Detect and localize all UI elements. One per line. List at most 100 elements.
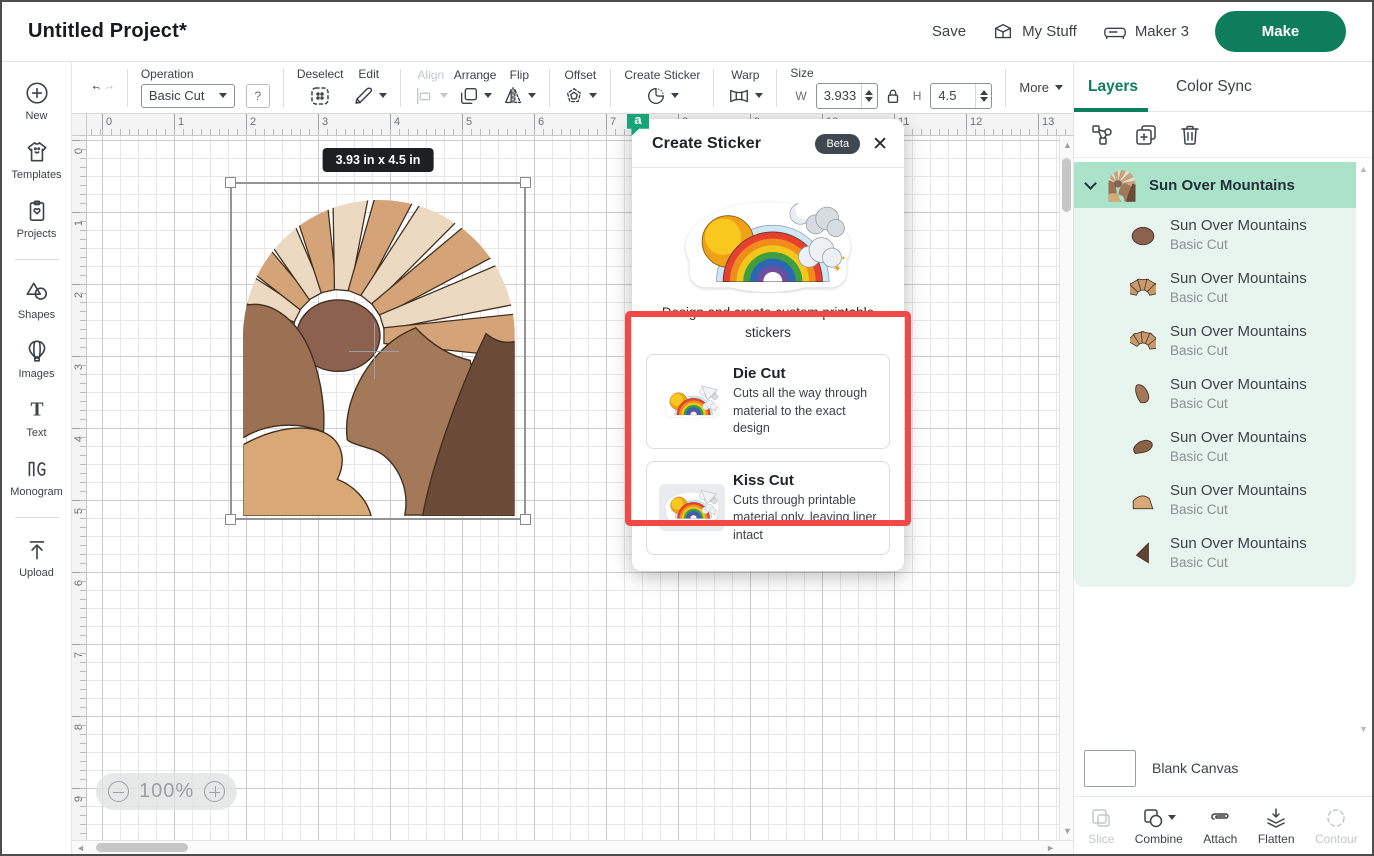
- scroll-right-icon[interactable]: ►: [1046, 843, 1055, 853]
- ruler-number: 1: [73, 217, 85, 229]
- edit-toolbar: Operation Basic Cut ? Deselect Edit: [72, 62, 1073, 114]
- canvas-background-row: Blank Canvas: [1074, 740, 1372, 796]
- flip-button[interactable]: Flip: [502, 69, 536, 107]
- group-name: Sun Over Mountains: [1149, 177, 1295, 194]
- sidebar-item-templates[interactable]: Templates: [5, 139, 69, 181]
- warp-button[interactable]: Warp: [727, 69, 763, 107]
- combine-button[interactable]: Combine: [1135, 806, 1183, 846]
- layer-row[interactable]: Sun Over MountainsBasic Cut: [1074, 526, 1356, 579]
- die-cut-option[interactable]: Die Cut Cuts all the way through materia…: [646, 354, 890, 449]
- attach-button[interactable]: Attach: [1203, 806, 1237, 846]
- selection-box[interactable]: 3.93 in x 4.5 in: [230, 182, 526, 520]
- layer-thumbnail: [1130, 487, 1156, 513]
- layer-thumbnail: [1130, 434, 1156, 460]
- arrange-button[interactable]: Arrange: [454, 69, 497, 107]
- layers-scrollbar[interactable]: ▲ ▼: [1356, 158, 1372, 740]
- upload-icon: [24, 537, 50, 563]
- layer-row[interactable]: Sun Over MountainsBasic Cut: [1074, 420, 1356, 473]
- zoom-in-button[interactable]: [204, 781, 225, 802]
- design-canvas[interactable]: 012345678910111213 0123456789 3.93 in x …: [72, 114, 1073, 854]
- ruler-number: 6: [73, 577, 85, 589]
- close-icon[interactable]: ✕: [872, 135, 888, 154]
- canvas-background-label: Blank Canvas: [1152, 760, 1238, 776]
- images-icon: [24, 338, 50, 364]
- ruler-number: 4: [73, 433, 85, 445]
- ruler-number: 3: [73, 361, 85, 373]
- operation-select[interactable]: Basic Cut: [141, 84, 235, 108]
- ruler-number: 12: [970, 116, 982, 128]
- deselect-button[interactable]: Deselect: [297, 68, 344, 108]
- align-button: Align: [414, 69, 448, 107]
- kiss-cut-option[interactable]: Kiss Cut Cuts through printable material…: [646, 461, 890, 556]
- arrange-icon: [458, 85, 480, 107]
- scroll-up-icon[interactable]: ▲: [1359, 164, 1368, 174]
- layer-thumbnail: [1130, 222, 1156, 248]
- sidebar-item-images[interactable]: Images: [5, 338, 69, 380]
- left-sidebar: New Templates Projects Shapes Images T: [2, 62, 72, 854]
- ruler-number: 2: [250, 116, 256, 128]
- sidebar-item-monogram[interactable]: Monogram: [5, 456, 69, 498]
- create-sticker-button[interactable]: Create Sticker: [624, 69, 700, 107]
- sidebar-item-upload[interactable]: Upload: [5, 537, 69, 579]
- redo-icon[interactable]: [105, 75, 114, 101]
- monogram-icon: [24, 456, 50, 482]
- scroll-left-icon[interactable]: ◄: [76, 843, 85, 853]
- sidebar-item-shapes[interactable]: Shapes: [5, 279, 69, 321]
- width-stepper[interactable]: [861, 84, 877, 108]
- flatten-button[interactable]: Flatten: [1258, 806, 1295, 846]
- undo-icon[interactable]: [92, 75, 101, 101]
- ruler-number: 5: [73, 505, 85, 517]
- offset-button[interactable]: Offset: [563, 69, 597, 107]
- ruler-number: 0: [73, 145, 85, 157]
- sidebar-divider: [15, 259, 59, 260]
- zoom-control: 100%: [96, 773, 237, 810]
- height-input[interactable]: [931, 88, 975, 103]
- make-button[interactable]: Make: [1215, 11, 1346, 52]
- canvas-color-swatch[interactable]: [1084, 750, 1136, 787]
- project-title[interactable]: Untitled Project*: [28, 20, 187, 43]
- tab-color-sync[interactable]: Color Sync: [1174, 62, 1254, 111]
- zoom-out-button[interactable]: [108, 781, 129, 802]
- my-stuff-button[interactable]: My Stuff: [992, 21, 1077, 43]
- machine-selector[interactable]: Maker 3: [1103, 21, 1189, 43]
- layer-group-header[interactable]: Sun Over Mountains: [1074, 162, 1356, 208]
- operation-label: Operation: [141, 68, 194, 81]
- save-button[interactable]: Save: [932, 23, 966, 40]
- scroll-up-icon[interactable]: ▲: [1063, 140, 1072, 150]
- group-icon[interactable]: [1090, 123, 1114, 147]
- my-stuff-icon: [992, 21, 1014, 43]
- height-stepper[interactable]: [975, 84, 991, 108]
- layer-row[interactable]: Sun Over MountainsBasic Cut: [1074, 367, 1356, 420]
- layer-row[interactable]: Sun Over MountainsBasic Cut: [1074, 261, 1356, 314]
- lock-icon[interactable]: [884, 86, 902, 106]
- chevron-down-icon[interactable]: [1084, 177, 1097, 190]
- size-label: Size: [790, 67, 813, 80]
- more-button[interactable]: More: [1019, 80, 1063, 95]
- canvas-horizontal-scrollbar[interactable]: ◄ ►: [72, 840, 1073, 854]
- sidebar-item-projects[interactable]: Projects: [5, 198, 69, 240]
- tab-layers[interactable]: Layers: [1086, 62, 1140, 111]
- flip-icon: [502, 85, 524, 107]
- layer-row[interactable]: Sun Over MountainsBasic Cut: [1074, 314, 1356, 367]
- duplicate-icon[interactable]: [1134, 123, 1158, 147]
- layers-panel: Layers Color Sync Sun Over Mountains: [1073, 62, 1372, 854]
- sun-over-mountains-artwork[interactable]: [235, 187, 523, 517]
- canvas-vertical-scrollbar[interactable]: ▲ ▼: [1059, 136, 1073, 840]
- sidebar-item-new[interactable]: New: [5, 80, 69, 122]
- delete-icon[interactable]: [1178, 123, 1202, 147]
- contour-button: Contour: [1315, 806, 1358, 846]
- scroll-down-icon[interactable]: ▼: [1063, 826, 1072, 836]
- scroll-down-icon[interactable]: ▼: [1359, 724, 1368, 734]
- sidebar-item-text[interactable]: T Text: [5, 397, 69, 439]
- slice-button: Slice: [1088, 806, 1114, 846]
- layers-list: Sun Over Mountains Sun Over MountainsBas…: [1074, 158, 1372, 740]
- operation-help-button[interactable]: ?: [246, 84, 270, 108]
- align-icon: [414, 85, 436, 107]
- width-input[interactable]: [817, 88, 861, 103]
- popup-title: Create Sticker: [652, 135, 761, 153]
- layer-thumbnail: [1130, 381, 1156, 407]
- edit-button[interactable]: Edit: [351, 68, 387, 108]
- layer-row[interactable]: Sun Over MountainsBasic Cut: [1074, 208, 1356, 261]
- offset-icon: [563, 85, 585, 107]
- layer-row[interactable]: Sun Over MountainsBasic Cut: [1074, 473, 1356, 526]
